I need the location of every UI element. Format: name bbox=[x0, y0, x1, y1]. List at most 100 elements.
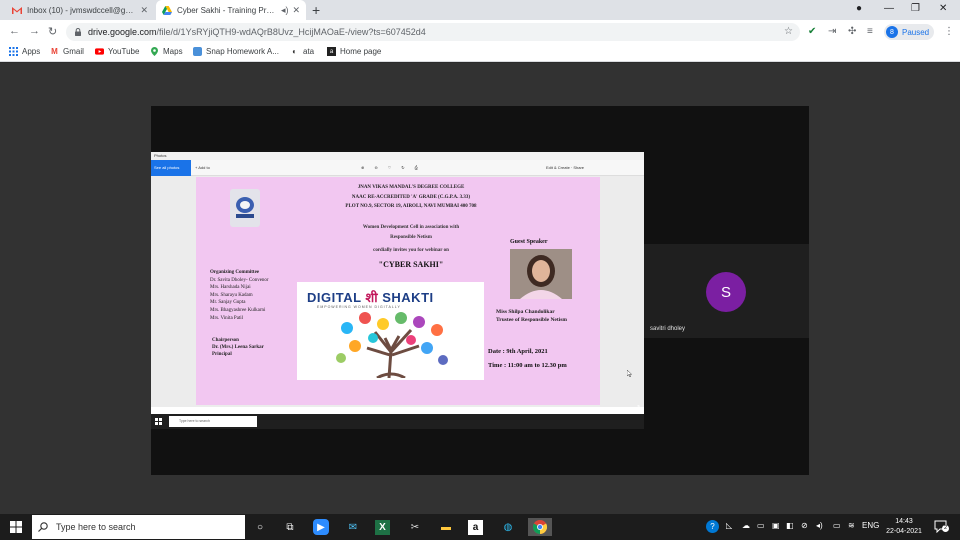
shared-search-box: Type here to search bbox=[169, 416, 257, 427]
system-clock[interactable]: 14:43 22-04-2021 bbox=[884, 517, 924, 537]
file-explorer-icon[interactable]: ▬ bbox=[437, 518, 455, 536]
help-icon[interactable]: ? bbox=[706, 520, 719, 533]
language-indicator[interactable]: ENG bbox=[862, 521, 879, 530]
bookmark-maps[interactable]: Maps bbox=[150, 47, 183, 56]
back-icon[interactable]: ← bbox=[9, 25, 20, 37]
reading-list-icon[interactable]: ≡ bbox=[867, 26, 873, 37]
minimize-icon[interactable]: — bbox=[884, 3, 894, 14]
bookmark-ata[interactable]: ◐ ata bbox=[290, 47, 314, 56]
cortana-icon[interactable]: ○ bbox=[251, 518, 269, 536]
speaker-icon[interactable]: ◂) bbox=[281, 5, 289, 16]
clock-time: 14:43 bbox=[895, 518, 913, 525]
display-icon[interactable]: ▣ bbox=[772, 521, 780, 530]
volume-icon[interactable]: ◂) bbox=[816, 521, 823, 530]
battery-icon[interactable]: ▭ bbox=[833, 521, 841, 530]
digital-shakti-banner: DIGITAL शी SHAKTI EMPOWERING WOMEN DIGIT… bbox=[297, 282, 484, 380]
url-input[interactable]: drive.google.com/file/d/1YsRYjiQTH9-wdAQ… bbox=[66, 23, 800, 41]
expand-icon[interactable]: ⤢ bbox=[633, 404, 639, 414]
bookmark-gmail[interactable]: M Gmail bbox=[50, 47, 84, 56]
photos-title-bar: Photos bbox=[151, 152, 644, 160]
apps-grid-icon bbox=[9, 47, 18, 56]
digital-shakti-subtitle: EMPOWERING WOMEN DIGITALLY bbox=[317, 305, 401, 309]
notifications-button[interactable]: 2 bbox=[934, 520, 949, 534]
mail-icon[interactable]: ✉ bbox=[344, 518, 362, 536]
extension-check-icon[interactable]: ✔ bbox=[808, 26, 816, 37]
youtube-icon bbox=[95, 47, 104, 56]
see-all-photos-button: See all photos bbox=[151, 160, 191, 176]
restore-icon[interactable]: ❐ bbox=[911, 3, 920, 14]
committee-heading: Organizing Committee bbox=[210, 270, 260, 275]
windows-start-icon[interactable] bbox=[10, 521, 22, 533]
bookmark-label: Snap Homework A... bbox=[206, 47, 279, 56]
tab-strip: Inbox (10) - jvmswdccell@gmail. ✕ Cyber … bbox=[0, 0, 960, 20]
new-tab-button[interactable]: + bbox=[312, 2, 320, 18]
close-icon[interactable]: ✕ bbox=[292, 5, 300, 16]
bookmark-label: YouTube bbox=[108, 47, 140, 56]
guest-speaker-heading: Guest Speaker bbox=[510, 239, 548, 245]
amazon-icon[interactable]: a bbox=[468, 520, 483, 535]
committee-member: Mrs. Sharayu Kadam bbox=[210, 292, 253, 298]
college-address: PLOT NO.9, SECTOR 19, AIROLI, NAVI MUMBA… bbox=[345, 204, 477, 209]
bookmark-home-page[interactable]: a Home page bbox=[327, 47, 381, 56]
search-placeholder: Type here to search bbox=[56, 522, 136, 532]
snipping-tool-icon[interactable]: ✂ bbox=[406, 518, 424, 536]
college-name: JNAN VIKAS MANDAL'S DEGREE COLLEGE bbox=[357, 185, 465, 190]
close-icon[interactable]: ✕ bbox=[140, 5, 148, 16]
url-host: drive.google.com bbox=[88, 27, 157, 37]
zoom-icon[interactable]: ▶ bbox=[313, 519, 329, 535]
committee-member: Mrs. Bhagyashree Kulkarni bbox=[210, 307, 266, 313]
taskbar-search-input[interactable]: Type here to search bbox=[32, 515, 245, 539]
wifi-icon[interactable]: ≋ bbox=[848, 521, 855, 530]
reload-icon[interactable]: ↻ bbox=[48, 25, 57, 38]
edge-icon[interactable]: ◍ bbox=[499, 518, 517, 536]
naac-grade: NAAC RE-ACCREDITED 'A' GRADE (C.G.P.A. 3… bbox=[351, 195, 471, 200]
task-view-icon[interactable]: ⧉ bbox=[281, 518, 299, 536]
gmail-icon: M bbox=[51, 47, 58, 56]
media-control-icon[interactable]: ● bbox=[856, 3, 862, 14]
clock-date: 22-04-2021 bbox=[886, 528, 922, 535]
chairperson: Chairperson Dr. (Mrs.) Leena Sarkar Prin… bbox=[212, 337, 264, 358]
chrome-icon[interactable] bbox=[528, 518, 552, 536]
excel-icon[interactable]: X bbox=[375, 520, 390, 535]
maps-pin-icon bbox=[150, 47, 159, 56]
lock-icon bbox=[75, 28, 81, 36]
tab-gmail[interactable]: Inbox (10) - jvmswdccell@gmail. ✕ bbox=[6, 0, 154, 20]
menu-kebab-icon[interactable]: ⋮ bbox=[944, 26, 954, 37]
extension-login-icon[interactable]: ⇥ bbox=[828, 26, 836, 37]
meet-now-icon[interactable]: ▭ bbox=[757, 521, 765, 530]
forward-icon[interactable]: → bbox=[29, 25, 40, 37]
bookmark-label: Apps bbox=[22, 47, 41, 56]
digital-shakti-title: DIGITAL शी SHAKTI bbox=[307, 290, 434, 305]
search-icon bbox=[38, 522, 48, 532]
bookmark-label: Maps bbox=[163, 47, 183, 56]
avatar: S bbox=[706, 272, 746, 312]
invite-line: Women Development Cell in association wi… bbox=[362, 225, 460, 230]
bookmark-youtube[interactable]: YouTube bbox=[95, 47, 139, 56]
participant-tile: S savitri dholey bbox=[644, 244, 809, 338]
chair-role: Principal bbox=[212, 352, 232, 357]
network-indicator-icon[interactable]: ◺ bbox=[726, 521, 732, 530]
home-page-icon: a bbox=[327, 47, 336, 56]
tray-app-icon[interactable]: ◧ bbox=[786, 521, 794, 530]
participant-name: savitri dholey bbox=[650, 326, 686, 332]
mouse-cursor-icon bbox=[627, 370, 632, 377]
ata-icon: ◐ bbox=[292, 47, 297, 56]
bookmark-apps[interactable]: Apps bbox=[9, 47, 40, 56]
organizing-committee: Organizing Committee Dr. Savita Dholey- … bbox=[210, 269, 269, 322]
windows-taskbar: Type here to search ○ ⧉ ▶ ✉ X ✂ ▬ a ◍ ? … bbox=[0, 514, 960, 540]
shared-windows-taskbar: Type here to search bbox=[151, 414, 644, 429]
bookmark-star-icon[interactable]: ☆ bbox=[784, 26, 793, 37]
webinar-poster: JNAN VIKAS MANDAL'S DEGREE COLLEGE NAAC … bbox=[196, 177, 600, 405]
shared-screen: Photos See all photos + Add to ⊕⊖♡↻⎙ Edi… bbox=[151, 152, 644, 429]
extensions-puzzle-icon[interactable]: ✣ bbox=[848, 26, 856, 37]
gmail-icon bbox=[12, 5, 22, 15]
bookmark-snap-homework[interactable]: Snap Homework A... bbox=[193, 47, 279, 56]
guest-role: Trustee of Responsible Netism bbox=[496, 317, 567, 323]
bookmark-label: ata bbox=[303, 47, 315, 56]
address-bar-row: ← → ↻ drive.google.com/file/d/1YsRYjiQTH… bbox=[0, 20, 960, 44]
onedrive-icon[interactable]: ☁ bbox=[742, 521, 750, 530]
close-window-icon[interactable]: ✕ bbox=[939, 3, 947, 14]
mic-muted-icon[interactable]: ⊘ bbox=[801, 521, 808, 530]
profile-paused-button[interactable]: 8 Paused bbox=[884, 24, 934, 40]
tab-drive[interactable]: Cyber Sakhi - Training Progr ◂) ✕ bbox=[156, 0, 306, 20]
